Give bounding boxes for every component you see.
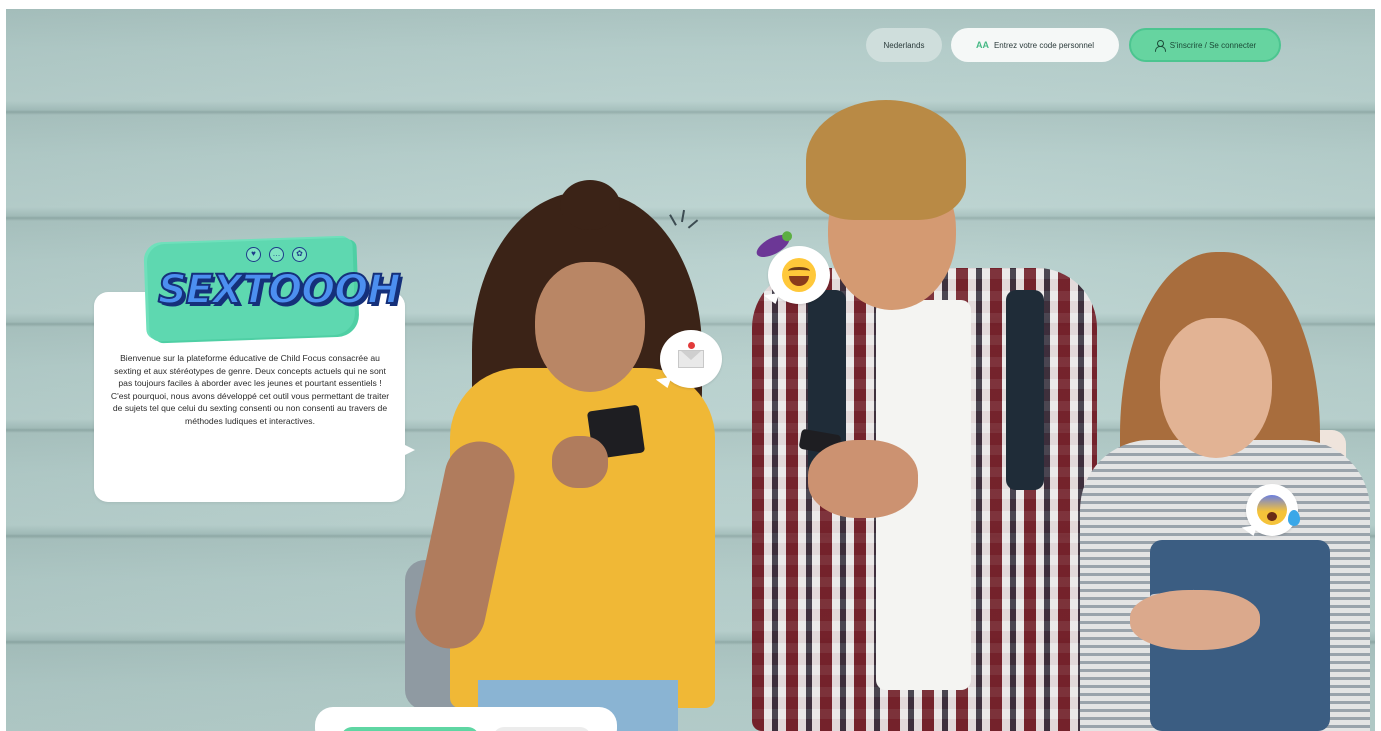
login-button[interactable]: S'inscrire / Se connecter [1129,28,1281,62]
boy-hair [806,100,966,220]
mail-icon [678,342,704,368]
logo-icons: ♥ … ✿ [246,247,307,262]
girl-right-hands [1130,590,1260,650]
personal-code-label: Entrez votre code personnel [993,40,1095,50]
bottom-tab-card [315,707,617,731]
mail-bubble [660,330,722,388]
girl-right-face [1160,318,1272,458]
laughing-emoji-bubble [768,246,830,304]
chat-icon: … [269,247,284,262]
language-label: Nederlands [883,40,925,50]
logo-text: SEXTOOOH [157,266,402,314]
bottom-tab-primary[interactable] [341,727,479,731]
scared-emoji-icon [1257,495,1287,525]
flower-icon: ✿ [292,247,307,262]
girl-left-face [535,262,645,392]
laughing-emoji-icon [782,258,816,292]
bottom-tab-secondary[interactable] [493,727,591,731]
sweat-drop-icon [1288,510,1300,526]
girl-left-hand [552,436,608,488]
heart-icon: ♥ [246,247,261,262]
boy-backpack-strap-right [1006,290,1044,490]
code-icon: AA [975,40,989,50]
intro-text: Bienvenue sur la plateforme éducative de… [110,353,390,426]
boy-hands [808,440,918,518]
login-label: S'inscrire / Se connecter [1169,40,1257,50]
girl-left-hair-bun [560,180,620,230]
personal-code-button[interactable]: AA Entrez votre code personnel [951,28,1119,62]
user-icon [1154,39,1166,52]
scared-emoji-bubble [1246,484,1298,536]
sextoooh-logo: ♥ … ✿ SEXTOOOH [146,237,402,342]
language-selector[interactable]: Nederlands [866,28,942,62]
